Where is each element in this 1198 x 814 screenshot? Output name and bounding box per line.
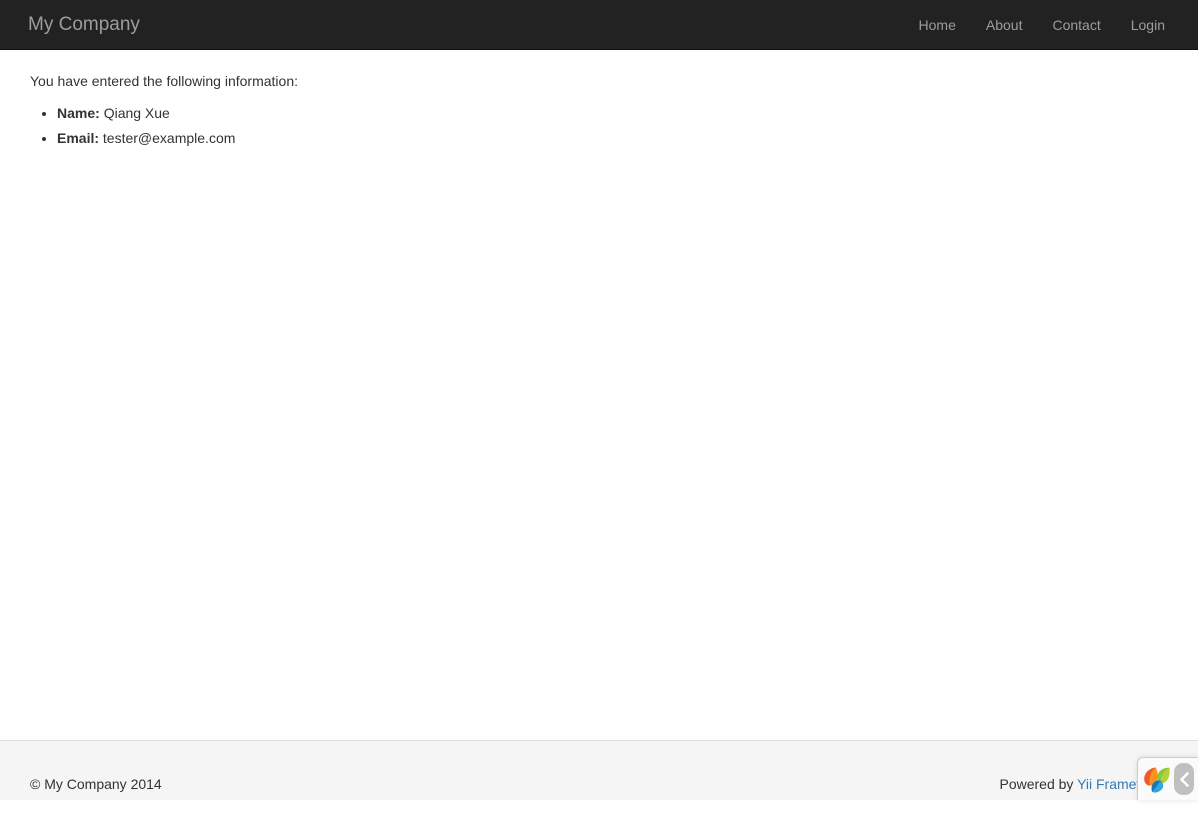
nav-link-home[interactable]: Home: [904, 0, 971, 50]
nav-link-about[interactable]: About: [971, 0, 1038, 50]
nav-item-home[interactable]: Home: [904, 0, 971, 50]
submitted-info-list: Name: Qiang Xue Email: tester@example.co…: [30, 101, 1183, 151]
content-wrap: You have entered the following informati…: [0, 50, 1198, 740]
navbar-nav: Home About Contact Login: [904, 0, 1180, 50]
footer-inner: © My Company 2014 Powered by Yii Framewo…: [0, 741, 1198, 800]
nav-item-contact[interactable]: Contact: [1037, 0, 1115, 50]
footer-powered-prefix: Powered by: [999, 776, 1077, 792]
navbar: My Company Home About Contact Login: [0, 0, 1198, 50]
nav-link-login[interactable]: Login: [1116, 0, 1180, 50]
footer-copyright: © My Company 2014: [30, 755, 162, 814]
confirmation-message: You have entered the following informati…: [30, 50, 1183, 91]
content-container: You have entered the following informati…: [15, 50, 1198, 151]
navbar-brand[interactable]: My Company: [28, 0, 140, 50]
info-label-email: Email:: [57, 130, 99, 146]
debug-toolbar[interactable]: [1137, 757, 1198, 800]
info-value-email: tester@example.com: [103, 130, 235, 146]
info-value-name: Qiang Xue: [104, 105, 170, 121]
info-label-name: Name:: [57, 105, 100, 121]
nav-link-contact[interactable]: Contact: [1037, 0, 1115, 50]
nav-item-login[interactable]: Login: [1116, 0, 1180, 50]
yii-logo-icon[interactable]: [1142, 763, 1172, 795]
list-item: Email: tester@example.com: [57, 126, 1183, 151]
nav-item-about[interactable]: About: [971, 0, 1038, 50]
list-item: Name: Qiang Xue: [57, 101, 1183, 126]
footer: © My Company 2014 Powered by Yii Framewo…: [0, 740, 1198, 800]
chevron-left-icon[interactable]: [1174, 763, 1194, 795]
